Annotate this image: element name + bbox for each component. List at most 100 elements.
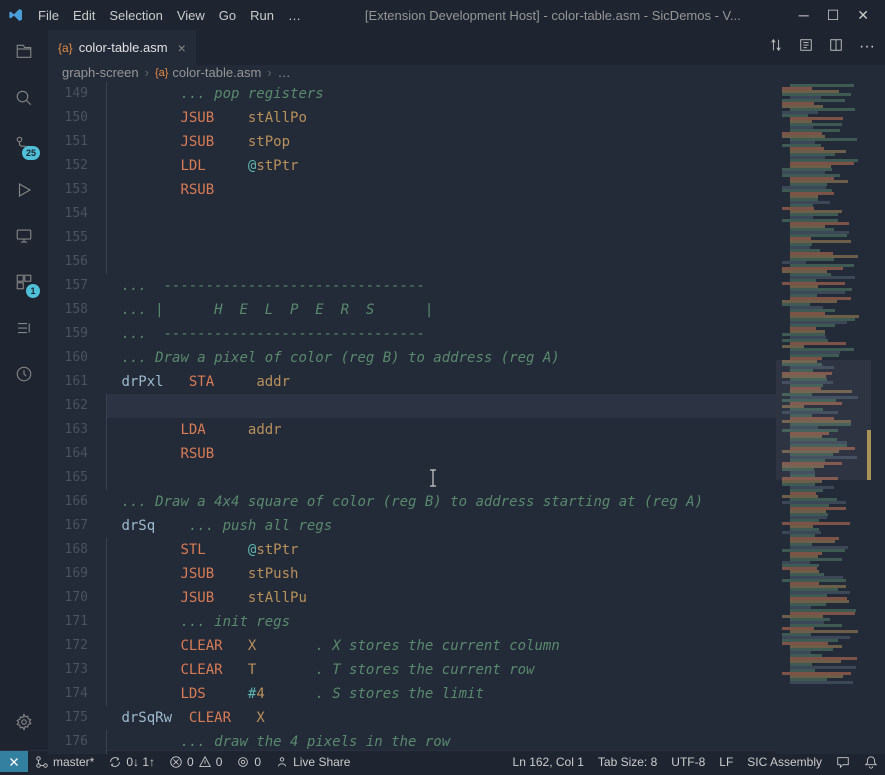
code-line[interactable]: CLEAR T . T stores the current row (106, 658, 776, 682)
status-bell-icon[interactable] (857, 755, 885, 769)
code-line[interactable]: ... Draw a pixel of color (reg B) to add… (106, 346, 776, 370)
code-line[interactable]: ... pop registers (106, 82, 776, 106)
file-icon: {a} (58, 41, 73, 55)
code-line[interactable]: ... ------------------------------- (106, 322, 776, 346)
maximize-button[interactable]: ☐ (827, 7, 840, 24)
status-branch[interactable]: master* (28, 751, 101, 772)
line-number: 161 (48, 370, 88, 394)
open-preview-icon[interactable] (799, 38, 813, 57)
activity-search[interactable] (12, 86, 36, 110)
menu-file[interactable]: File (32, 6, 65, 25)
code-line[interactable]: ... ------------------------------- (106, 274, 776, 298)
status-eol[interactable]: LF (712, 755, 740, 769)
code-line[interactable]: drPxl STA addr (106, 370, 776, 394)
menu-go[interactable]: Go (213, 6, 242, 25)
line-number: 159 (48, 322, 88, 346)
code-line[interactable]: ... | H E L P E R S | (106, 298, 776, 322)
code-line[interactable]: drSq ... push all regs (106, 514, 776, 538)
tabs-bar: {a} color-table.asm × ··· (48, 30, 885, 65)
line-number: 150 (48, 106, 88, 130)
more-actions-icon[interactable]: ··· (859, 38, 875, 57)
close-button[interactable]: ✕ (857, 7, 869, 24)
activity-remote[interactable] (12, 224, 36, 248)
breadcrumb-item[interactable]: … (278, 65, 291, 80)
code-line[interactable]: ... init regs (106, 610, 776, 634)
tab-color-table[interactable]: {a} color-table.asm × (48, 30, 197, 65)
activity-extensions[interactable]: 1 (12, 270, 36, 294)
status-encoding[interactable]: UTF-8 (664, 755, 712, 769)
status-feedback-icon[interactable] (829, 755, 857, 769)
menu-edit[interactable]: Edit (67, 6, 101, 25)
menu-selection[interactable]: Selection (103, 6, 168, 25)
activity-accounts-alt[interactable] (12, 316, 36, 340)
activity-timeline[interactable] (12, 362, 36, 386)
overview-ruler[interactable] (871, 80, 885, 754)
code-line[interactable] (106, 202, 776, 226)
line-number: 174 (48, 682, 88, 706)
status-liveshare[interactable]: Live Share (268, 751, 357, 772)
activity-debug[interactable] (12, 178, 36, 202)
split-editor-icon[interactable] (829, 38, 843, 57)
code-line[interactable]: JSUB stPush (106, 562, 776, 586)
window-title: [Extension Development Host] - color-tab… (307, 8, 799, 23)
chevron-right-icon: › (267, 65, 271, 80)
activity-settings[interactable] (12, 710, 36, 734)
tab-close-icon[interactable]: × (178, 40, 186, 56)
code-line[interactable] (106, 250, 776, 274)
code-line[interactable]: ... Draw a 4x4 square of color (reg B) t… (106, 490, 776, 514)
code-line[interactable]: CLEAR X . X stores the current column (106, 634, 776, 658)
line-number: 158 (48, 298, 88, 322)
code-line[interactable] (106, 394, 776, 418)
status-lang[interactable]: SIC Assembly (740, 755, 829, 769)
activity-bar: 25 1 (0, 30, 48, 750)
code-line[interactable] (106, 466, 776, 490)
line-number: 166 (48, 490, 88, 514)
breadcrumb[interactable]: graph-screen › {a} color-table.asm › … (48, 65, 885, 80)
activity-scm[interactable]: 25 (12, 132, 36, 156)
status-remote[interactable] (0, 751, 28, 772)
code-line[interactable]: RSUB (106, 442, 776, 466)
editor[interactable]: 1491501511521531541551561571581591601611… (48, 80, 885, 754)
code-line[interactable]: RSUB (106, 178, 776, 202)
minimize-button[interactable]: ─ (799, 7, 809, 24)
activity-explorer[interactable] (12, 40, 36, 64)
code-line[interactable]: LDL @stPtr (106, 154, 776, 178)
extensions-badge: 1 (26, 284, 40, 298)
line-number: 156 (48, 250, 88, 274)
code-line[interactable]: ... draw the 4 pixels in the row (106, 730, 776, 754)
line-number: 149 (48, 82, 88, 106)
line-number: 171 (48, 610, 88, 634)
code-line[interactable]: JSUB stAllPo (106, 106, 776, 130)
vscode-logo-icon (8, 7, 24, 23)
compare-changes-icon[interactable] (769, 38, 783, 57)
code-line[interactable]: STL @stPtr (106, 538, 776, 562)
line-number: 153 (48, 178, 88, 202)
breadcrumb-item[interactable]: graph-screen (62, 65, 139, 80)
line-number: 155 (48, 226, 88, 250)
line-number: 167 (48, 514, 88, 538)
line-number: 162 (48, 394, 88, 418)
status-tabsize[interactable]: Tab Size: 8 (591, 755, 664, 769)
minimap[interactable] (776, 80, 871, 754)
line-number: 164 (48, 442, 88, 466)
menu-view[interactable]: View (171, 6, 211, 25)
code-line[interactable]: JSUB stAllPu (106, 586, 776, 610)
line-number: 169 (48, 562, 88, 586)
menu-overflow[interactable]: … (282, 6, 307, 25)
status-cursor[interactable]: Ln 162, Col 1 (506, 755, 591, 769)
code-area[interactable]: ... pop registers JSUB stAllPo JSUB stPo… (106, 80, 776, 754)
code-line[interactable]: drSqRw CLEAR X (106, 706, 776, 730)
minimap-slider[interactable] (776, 360, 871, 480)
line-number: 151 (48, 130, 88, 154)
title-bar: File Edit Selection View Go Run … [Exten… (0, 0, 885, 30)
code-line[interactable] (106, 226, 776, 250)
status-port[interactable]: 0 (229, 751, 268, 772)
breadcrumb-item[interactable]: color-table.asm (172, 65, 261, 80)
code-line[interactable]: LDS #4 . S stores the limit (106, 682, 776, 706)
code-line[interactable]: JSUB stPop (106, 130, 776, 154)
code-line[interactable]: LDA addr (106, 418, 776, 442)
status-sync[interactable]: 0↓ 1↑ (101, 751, 162, 772)
menu-run[interactable]: Run (244, 6, 280, 25)
status-problems[interactable]: 0 0 (162, 751, 229, 772)
line-numbers: 1491501511521531541551561571581591601611… (48, 80, 106, 754)
